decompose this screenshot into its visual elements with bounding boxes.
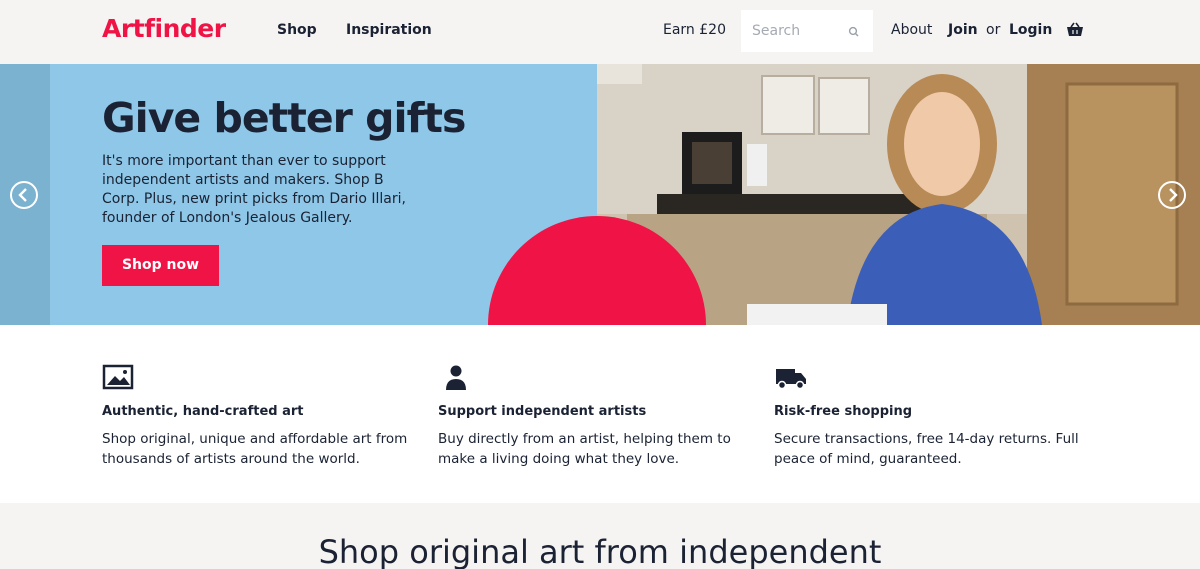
login-link[interactable]: Login [1009, 22, 1052, 38]
feature-title: Support independent artists [438, 404, 647, 419]
earn-link[interactable]: Earn £20 [663, 22, 726, 38]
hero-description: It's more important than ever to support… [102, 153, 406, 226]
about-link[interactable]: About [891, 22, 932, 38]
section-heading: Shop original art from independent [318, 533, 882, 569]
carousel-next-icon[interactable] [1157, 180, 1187, 210]
feature-text: Shop original, unique and affordable art… [102, 431, 408, 467]
hero-banner: Give better gifts It's more important th… [0, 64, 1200, 325]
join-link[interactable]: Join [948, 22, 978, 38]
nav-shop[interactable]: Shop [277, 22, 317, 38]
nav-inspiration[interactable]: Inspiration [346, 22, 432, 38]
feature-text: Buy directly from an artist, helping the… [438, 431, 731, 467]
hero-title: Give better gifts [102, 94, 466, 142]
feature-title: Risk-free shopping [774, 404, 913, 419]
site-header: Artfinder Shop Inspiration Earn £20 Abou… [0, 0, 1200, 64]
feature-title: Authentic, hand-crafted art [102, 404, 304, 419]
features-section: Authentic, hand-crafted art Shop origina… [0, 325, 1200, 503]
search-input[interactable] [741, 10, 841, 52]
search-icon[interactable] [847, 25, 861, 39]
person-icon [446, 365, 466, 390]
image-icon [102, 364, 134, 390]
search-box [741, 10, 873, 52]
or-text: or [986, 22, 1001, 38]
truck-icon [776, 369, 806, 390]
feature-text: Secure transactions, free 14-day returns… [774, 431, 1079, 467]
artfinder-logo[interactable]: Artfinder [102, 14, 226, 43]
basket-icon[interactable] [1066, 22, 1084, 38]
carousel-prev-icon[interactable] [9, 180, 39, 210]
shop-now-button[interactable]: Shop now [102, 245, 219, 286]
